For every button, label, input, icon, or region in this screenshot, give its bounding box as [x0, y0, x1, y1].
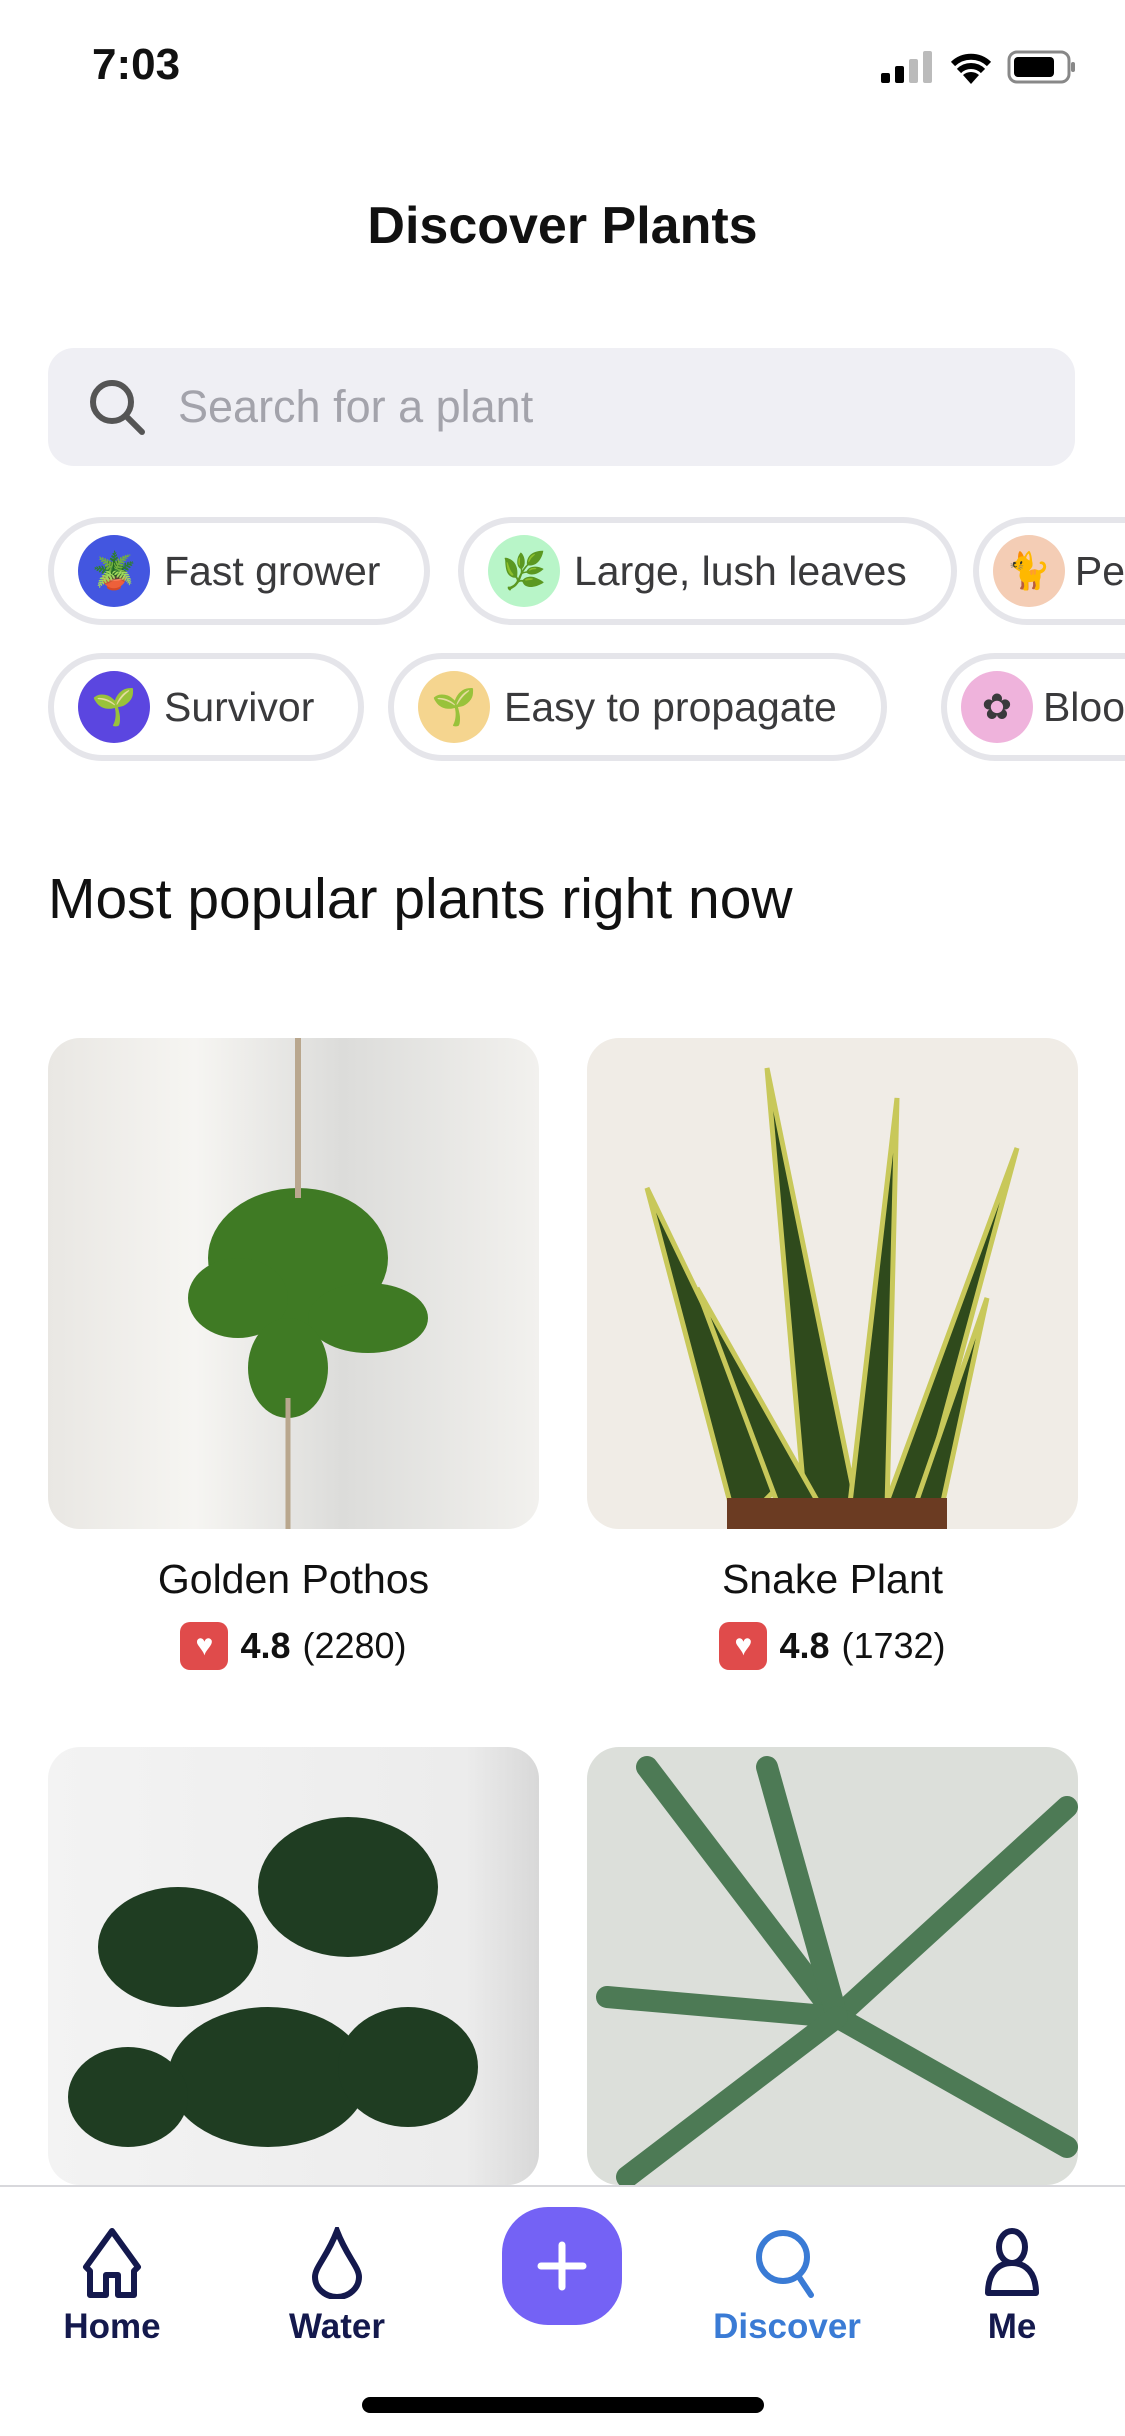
plant-rating: ♥ 4.8 (1732)	[587, 1622, 1078, 1670]
tab-water[interactable]: Water	[247, 2227, 427, 2347]
tab-discover[interactable]: Discover	[697, 2227, 877, 2347]
pet-icon: 🐈	[992, 535, 1065, 607]
survivor-plant-icon: 🌱	[78, 671, 150, 743]
drop-icon	[311, 2227, 363, 2299]
search-icon	[756, 2230, 814, 2298]
plant-image-golden-pothos[interactable]	[48, 1038, 539, 1529]
chip-label: Pe	[1074, 547, 1125, 594]
plant-name[interactable]: Golden Pothos	[48, 1556, 539, 1603]
flower-icon: ✿	[960, 671, 1033, 743]
page-title: Discover Plants	[367, 197, 758, 255]
rating-count: (1732)	[841, 1625, 946, 1666]
search-input[interactable]: Search for a plant	[48, 348, 1075, 466]
section-heading: Most popular plants right now	[48, 867, 793, 931]
tab-label: Discover	[713, 2307, 861, 2346]
plant-image-aloe[interactable]	[587, 1747, 1078, 2185]
rating-count: (2280)	[302, 1625, 407, 1666]
chip-large-leaves[interactable]: 🌿 Large, lush leaves	[458, 517, 957, 625]
tab-label: Water	[289, 2307, 385, 2346]
tab-label: Home	[63, 2307, 161, 2346]
status-time: 7:03	[92, 40, 181, 89]
chip-pet-friendly[interactable]: 🐈 Pe	[972, 517, 1125, 625]
chip-label: Easy to propagate	[504, 683, 837, 730]
cutting-icon: 🌱	[418, 671, 490, 743]
status-icons	[881, 50, 1077, 84]
chip-blooming[interactable]: ✿ Bloo	[940, 653, 1125, 761]
chip-easy-propagate[interactable]: 🌱 Easy to propagate	[388, 653, 887, 761]
plant-pot-icon: 🪴	[78, 535, 150, 607]
signal-icon	[881, 51, 932, 83]
home-icon	[83, 2228, 141, 2298]
chip-survivor[interactable]: 🌱 Survivor	[48, 653, 365, 761]
chip-label: Bloo	[1042, 683, 1125, 730]
search-icon	[90, 380, 145, 435]
plus-icon	[537, 2241, 587, 2291]
heart-icon: ♥	[719, 1622, 768, 1670]
battery-icon	[1007, 50, 1075, 84]
chip-label: Large, lush leaves	[574, 547, 907, 594]
plant-image-monstera[interactable]	[48, 1747, 539, 2185]
tab-home[interactable]: Home	[22, 2227, 202, 2347]
plant-rating: ♥ 4.8 (2280)	[48, 1622, 539, 1670]
person-icon	[985, 2228, 1039, 2296]
plant-image-snake-plant[interactable]	[587, 1038, 1078, 1529]
leaf-icon: 🌿	[488, 535, 560, 607]
heart-icon: ♥	[180, 1622, 229, 1670]
chip-fast-grower[interactable]: 🪴 Fast grower	[48, 517, 431, 625]
wifi-icon	[950, 53, 992, 84]
plant-name[interactable]: Snake Plant	[587, 1556, 1078, 1603]
home-indicator	[362, 2397, 764, 2413]
tab-label: Me	[987, 2307, 1037, 2346]
chip-label: Fast grower	[164, 547, 381, 594]
tab-me[interactable]: Me	[922, 2227, 1102, 2347]
search-placeholder: Search for a plant	[178, 381, 534, 432]
rating-value: 4.8	[240, 1625, 291, 1666]
chip-label: Survivor	[164, 683, 315, 730]
rating-value: 4.8	[779, 1625, 830, 1666]
add-plant-button[interactable]	[502, 2207, 622, 2325]
